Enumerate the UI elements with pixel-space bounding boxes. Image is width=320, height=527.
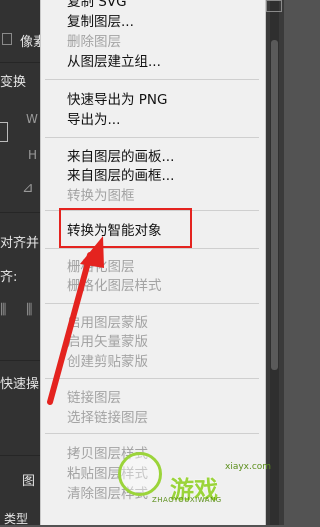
menu-item-quick-export-png[interactable]: 快速导出为 PNG [67, 92, 168, 108]
panel-label-align: 齐: [0, 270, 18, 285]
watermark-subtext: ZHAOYOUXIWANG [152, 496, 222, 504]
menu-item-export-as[interactable]: 导出为... [67, 112, 120, 128]
panel-section-align: 对齐并 [0, 236, 40, 251]
menu-item-convert-to-frame[interactable]: 转换为图框 [67, 188, 135, 204]
panel-section-quick-actions: 快速操 [0, 377, 40, 392]
properties-panel: 像素 变换 W H ⊿ 对齐并 齐: ⫼ ⫼ 快速操 图 类型 [0, 0, 46, 526]
scrollbar-thumb[interactable] [271, 40, 278, 370]
menu-item-rasterize-layer[interactable]: 栅格化图层 [67, 259, 135, 275]
menu-item-duplicate-layer[interactable]: 复制图层... [67, 14, 134, 30]
highlight-box [59, 208, 192, 248]
transform-icon [2, 33, 12, 45]
menu-item-enable-layer-mask[interactable]: 启用图层蒙版 [67, 315, 148, 331]
menu-item-select-linked-layers[interactable]: 选择链接图层 [67, 410, 148, 426]
menu-item-rasterize-layer-style[interactable]: 栅格化图层样式 [67, 278, 162, 294]
menu-item-link-layers[interactable]: 链接图层 [67, 390, 121, 406]
menu-item-enable-vector-mask[interactable]: 启用矢量蒙版 [67, 334, 148, 350]
link-icon [0, 122, 8, 142]
watermark-logo-icon [118, 452, 162, 496]
menu-item-group-from-layers[interactable]: 从图层建立组... [67, 54, 161, 70]
panel-menu-icon[interactable] [266, 0, 282, 12]
menu-item-create-clipping-mask[interactable]: 创建剪贴蒙版 [67, 354, 148, 370]
layer-context-menu: 复制 SVG 复制图层... 删除图层 从图层建立组... 快速导出为 PNG … [40, 0, 266, 525]
menu-item-copy-svg[interactable]: 复制 SVG [67, 0, 127, 10]
menu-item-delete-layer[interactable]: 删除图层 [67, 34, 121, 50]
menu-item-frame-from-layers[interactable]: 来自图层的画框... [67, 168, 174, 184]
panel-section-transform: 变换 [0, 75, 27, 90]
menu-item-artboard-from-layers[interactable]: 来自图层的画板... [67, 149, 174, 165]
watermark-url: xiayx.com [225, 462, 272, 472]
